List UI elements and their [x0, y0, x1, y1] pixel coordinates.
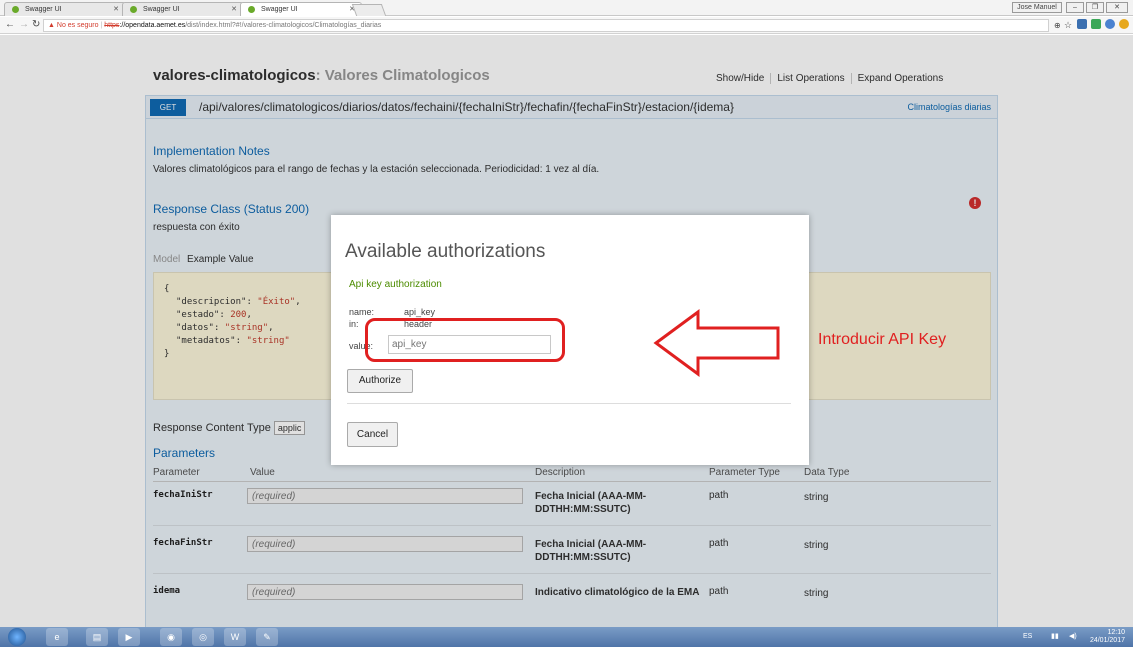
security-label: No es seguro	[56, 22, 99, 29]
file-explorer-icon[interactable]: ▤	[86, 628, 108, 646]
in-label: in:	[349, 319, 359, 329]
auth-heading: Api key authorization	[349, 279, 442, 290]
browser-tab[interactable]: Swagger UI ✕	[4, 2, 126, 16]
modal-divider	[347, 403, 791, 404]
bookmark-star-icon[interactable]: ☆	[1064, 20, 1072, 31]
browser-tab[interactable]: Swagger UI ✕	[122, 2, 244, 16]
reload-icon[interactable]: ↻	[32, 19, 40, 30]
swagger-favicon-icon	[12, 6, 19, 13]
paint-icon[interactable]: ✎	[256, 628, 278, 646]
menu-extension-icon[interactable]	[1119, 19, 1129, 29]
tab-title: Swagger UI	[261, 6, 298, 13]
name-label: name:	[349, 307, 375, 317]
zoom-icon[interactable]: ⊕	[1054, 21, 1061, 30]
start-button[interactable]	[8, 628, 26, 646]
clock[interactable]: 12:10 24/01/2017	[1090, 629, 1125, 645]
chrome-icon[interactable]: ◎	[192, 628, 214, 646]
clock-time: 12:10	[1107, 629, 1125, 636]
restore-icon[interactable]: ❐	[1086, 2, 1104, 13]
window-user-badge[interactable]: Jose Manuel	[1012, 2, 1062, 13]
system-tray: ES ▮▮ ◀) 12:10 24/01/2017	[1013, 627, 1133, 647]
back-arrow-icon[interactable]: ←	[5, 19, 15, 30]
drive-extension-icon[interactable]	[1091, 19, 1101, 29]
left-arrow-icon	[653, 309, 780, 377]
media-player-icon[interactable]: ▶	[118, 628, 140, 646]
browser-tab-active[interactable]: Swagger UI ✕	[240, 2, 362, 16]
tab-title: Swagger UI	[143, 6, 180, 13]
screen: Swagger UI ✕ Swagger UI ✕ Swagger UI ✕ J…	[0, 0, 1133, 647]
clock-date: 24/01/2017	[1089, 637, 1125, 644]
language-indicator[interactable]: ES	[1023, 633, 1032, 640]
close-window-icon[interactable]: ✕	[1106, 2, 1128, 13]
windows-taskbar: e ▤ ▶ ◉ ◎ W ✎ ES ▮▮ ◀) 12:10 24/01/2017	[0, 627, 1133, 647]
firefox-icon[interactable]: ◉	[160, 628, 182, 646]
swagger-favicon-icon	[248, 6, 255, 13]
api-key-highlight-box	[365, 318, 565, 362]
word-icon[interactable]: W	[224, 628, 246, 646]
url-scheme: https	[104, 22, 120, 29]
swagger-favicon-icon	[130, 6, 137, 13]
modal-title: Available authorizations	[345, 241, 546, 262]
chrome-extension-icon[interactable]	[1105, 19, 1115, 29]
address-toolbar: ← → ↻ ▲ No es seguro | https://opendata.…	[0, 17, 1133, 34]
volume-icon[interactable]: ◀)	[1069, 632, 1077, 640]
close-tab-icon[interactable]: ✕	[113, 5, 119, 13]
network-icon[interactable]: ▮▮	[1051, 632, 1059, 640]
annotation-text: Introducir API Key	[818, 331, 947, 348]
minimize-icon[interactable]: –	[1066, 2, 1084, 13]
internet-explorer-icon[interactable]: e	[46, 628, 68, 646]
forward-arrow-icon[interactable]: →	[19, 19, 29, 30]
url-host: ://opendata.aemet.es	[119, 22, 186, 29]
url-bar[interactable]: ▲ No es seguro | https://opendata.aemet.…	[43, 19, 1049, 32]
browser-tab-bar: Swagger UI ✕ Swagger UI ✕ Swagger UI ✕ J…	[0, 0, 1133, 16]
url-path: /dist/index.html?#!/valores-climatologic…	[185, 22, 382, 29]
new-tab-button[interactable]	[351, 4, 387, 16]
authorize-button[interactable]: Authorize	[347, 369, 413, 393]
extension-icon[interactable]	[1077, 19, 1087, 29]
close-tab-icon[interactable]: ✕	[231, 5, 237, 13]
tab-title: Swagger UI	[25, 6, 62, 13]
warning-icon: ▲	[48, 22, 55, 29]
name-value: api_key	[404, 307, 436, 317]
cancel-button[interactable]: Cancel	[347, 422, 398, 447]
